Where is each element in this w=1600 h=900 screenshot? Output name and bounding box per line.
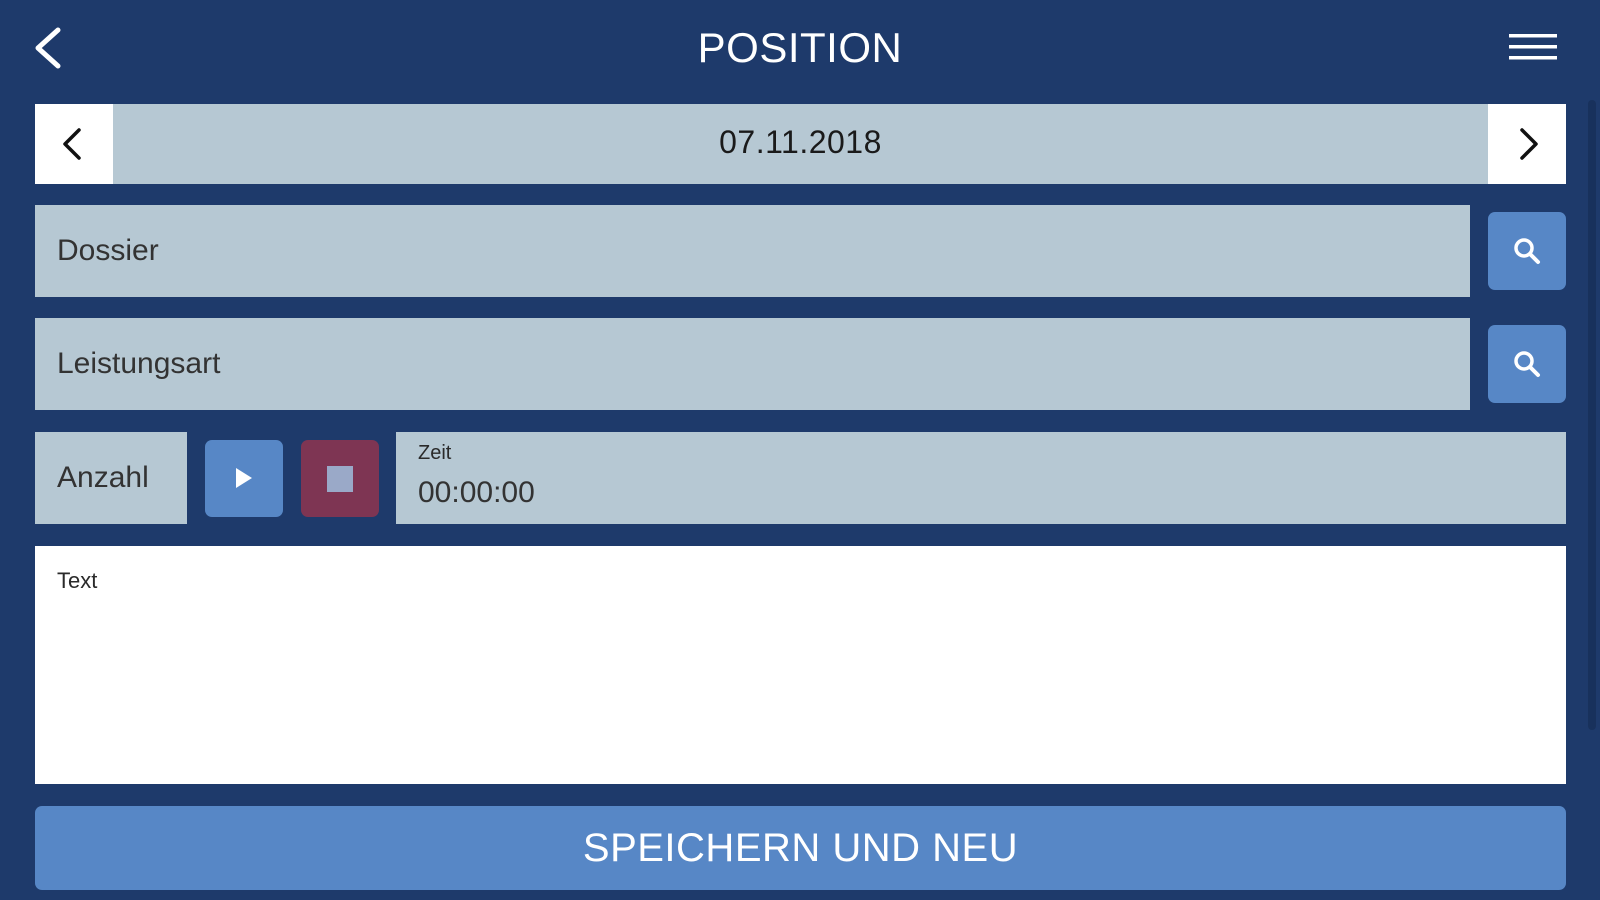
save-and-new-button[interactable]: SPEICHERN UND NEU (35, 806, 1566, 890)
zeit-field[interactable]: Zeit 00:00:00 (396, 432, 1566, 524)
stop-timer-button[interactable] (301, 440, 379, 517)
date-navigator: 07.11.2018 (35, 104, 1566, 184)
zeit-value: 00:00:00 (418, 476, 535, 509)
previous-date-button[interactable] (35, 104, 113, 184)
dossier-search-button[interactable] (1488, 212, 1566, 290)
top-bar: POSITION (0, 0, 1600, 96)
text-label: Text (57, 568, 98, 593)
leistungsart-search-button[interactable] (1488, 325, 1566, 403)
next-date-button[interactable] (1488, 104, 1566, 184)
anzahl-input[interactable] (35, 432, 187, 524)
position-screen: POSITION 07.11.2018 Dossier Leistungsart… (0, 0, 1600, 900)
page-title: POSITION (697, 24, 903, 71)
dossier-input[interactable] (35, 205, 1470, 297)
stop-icon (327, 466, 353, 492)
scrollbar[interactable] (1588, 100, 1596, 730)
zeit-label: Zeit (418, 442, 452, 464)
text-area[interactable]: Text (35, 546, 1566, 784)
menu-button[interactable] (1506, 30, 1562, 66)
hamburger-menu-icon (1506, 34, 1562, 70)
leistungsart-input[interactable] (35, 318, 1470, 410)
start-timer-button[interactable] (205, 440, 283, 517)
current-date[interactable]: 07.11.2018 (113, 124, 1488, 161)
